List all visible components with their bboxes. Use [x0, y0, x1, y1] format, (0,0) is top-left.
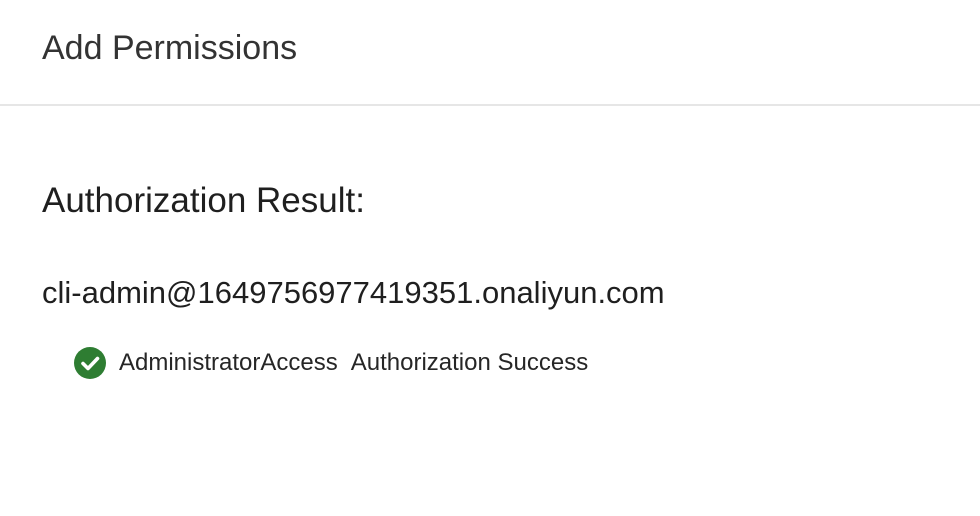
- check-circle-icon: [74, 347, 106, 379]
- add-permissions-panel: Add Permissions Authorization Result: cl…: [0, 0, 980, 516]
- policy-name: AdministratorAccess: [119, 349, 338, 376]
- panel-header: Add Permissions: [0, 0, 980, 106]
- authorization-status: Authorization Success: [350, 349, 589, 376]
- account-name: cli-admin@1649756977419351.onaliyun.com: [42, 275, 665, 310]
- authorization-result-heading: Authorization Result:: [42, 181, 365, 220]
- authorization-result-item: AdministratorAccess Authorization Succes…: [74, 346, 588, 380]
- panel-title: Add Permissions: [42, 29, 298, 67]
